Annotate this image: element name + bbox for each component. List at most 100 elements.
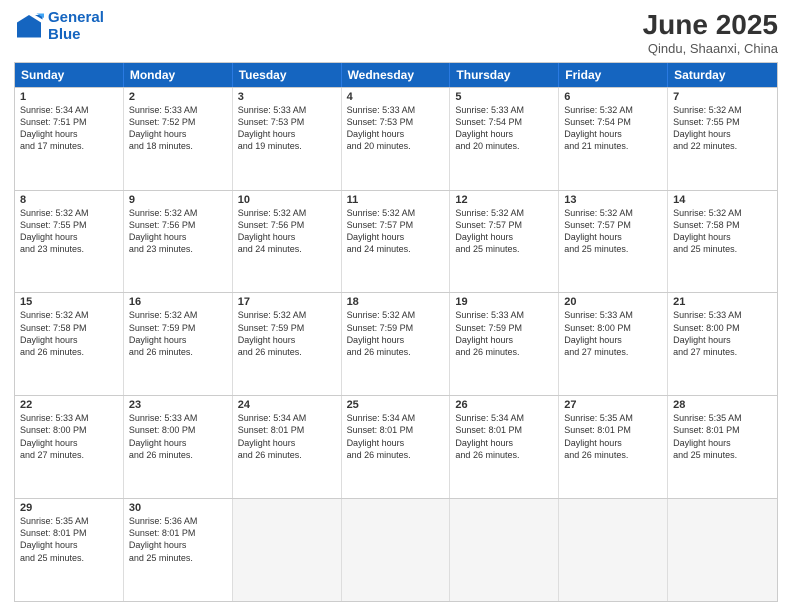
logo-text: General Blue xyxy=(48,10,104,43)
day-number: 13 xyxy=(564,194,662,206)
day-info: Sunrise: 5:33 AMSunset: 7:52 PMDaylight … xyxy=(129,104,227,153)
header: General Blue June 2025 Qindu, Shaanxi, C… xyxy=(14,10,778,56)
day-info: Sunrise: 5:34 AMSunset: 8:01 PMDaylight … xyxy=(347,412,445,461)
cal-cell: 9Sunrise: 5:32 AMSunset: 7:56 PMDaylight… xyxy=(124,191,233,293)
cal-cell: 17Sunrise: 5:32 AMSunset: 7:59 PMDayligh… xyxy=(233,293,342,395)
day-number: 3 xyxy=(238,91,336,103)
day-number: 4 xyxy=(347,91,445,103)
main-title: June 2025 xyxy=(643,10,778,41)
day-info: Sunrise: 5:33 AMSunset: 8:00 PMDaylight … xyxy=(564,309,662,358)
logo-blue: Blue xyxy=(48,26,81,43)
cal-header-wednesday: Wednesday xyxy=(342,63,451,87)
cal-cell: 5Sunrise: 5:33 AMSunset: 7:54 PMDaylight… xyxy=(450,88,559,190)
day-number: 22 xyxy=(20,399,118,411)
day-info: Sunrise: 5:34 AMSunset: 7:51 PMDaylight … xyxy=(20,104,118,153)
cal-cell: 27Sunrise: 5:35 AMSunset: 8:01 PMDayligh… xyxy=(559,396,668,498)
day-number: 24 xyxy=(238,399,336,411)
cal-header-sunday: Sunday xyxy=(15,63,124,87)
day-info: Sunrise: 5:33 AMSunset: 8:00 PMDaylight … xyxy=(20,412,118,461)
day-info: Sunrise: 5:32 AMSunset: 7:57 PMDaylight … xyxy=(455,207,553,256)
cal-cell: 24Sunrise: 5:34 AMSunset: 8:01 PMDayligh… xyxy=(233,396,342,498)
day-number: 10 xyxy=(238,194,336,206)
cal-cell: 29Sunrise: 5:35 AMSunset: 8:01 PMDayligh… xyxy=(15,499,124,601)
subtitle: Qindu, Shaanxi, China xyxy=(643,41,778,56)
cal-cell: 12Sunrise: 5:32 AMSunset: 7:57 PMDayligh… xyxy=(450,191,559,293)
day-number: 20 xyxy=(564,296,662,308)
calendar-header: SundayMondayTuesdayWednesdayThursdayFrid… xyxy=(15,63,777,87)
day-info: Sunrise: 5:34 AMSunset: 8:01 PMDaylight … xyxy=(455,412,553,461)
cal-header-saturday: Saturday xyxy=(668,63,777,87)
cal-cell: 11Sunrise: 5:32 AMSunset: 7:57 PMDayligh… xyxy=(342,191,451,293)
day-number: 6 xyxy=(564,91,662,103)
day-number: 15 xyxy=(20,296,118,308)
cal-cell xyxy=(342,499,451,601)
cal-header-monday: Monday xyxy=(124,63,233,87)
cal-cell xyxy=(450,499,559,601)
logo: General Blue xyxy=(14,10,104,43)
day-number: 5 xyxy=(455,91,553,103)
cal-cell: 8Sunrise: 5:32 AMSunset: 7:55 PMDaylight… xyxy=(15,191,124,293)
cal-cell: 13Sunrise: 5:32 AMSunset: 7:57 PMDayligh… xyxy=(559,191,668,293)
day-number: 14 xyxy=(673,194,772,206)
cal-cell: 19Sunrise: 5:33 AMSunset: 7:59 PMDayligh… xyxy=(450,293,559,395)
calendar-body: 1Sunrise: 5:34 AMSunset: 7:51 PMDaylight… xyxy=(15,87,777,601)
day-number: 28 xyxy=(673,399,772,411)
calendar: SundayMondayTuesdayWednesdayThursdayFrid… xyxy=(14,62,778,602)
day-info: Sunrise: 5:35 AMSunset: 8:01 PMDaylight … xyxy=(673,412,772,461)
cal-cell: 26Sunrise: 5:34 AMSunset: 8:01 PMDayligh… xyxy=(450,396,559,498)
cal-week-1: 1Sunrise: 5:34 AMSunset: 7:51 PMDaylight… xyxy=(15,87,777,190)
day-number: 19 xyxy=(455,296,553,308)
cal-cell xyxy=(668,499,777,601)
day-info: Sunrise: 5:32 AMSunset: 7:54 PMDaylight … xyxy=(564,104,662,153)
cal-week-4: 22Sunrise: 5:33 AMSunset: 8:00 PMDayligh… xyxy=(15,395,777,498)
cal-cell: 2Sunrise: 5:33 AMSunset: 7:52 PMDaylight… xyxy=(124,88,233,190)
cal-cell: 20Sunrise: 5:33 AMSunset: 8:00 PMDayligh… xyxy=(559,293,668,395)
cal-cell: 23Sunrise: 5:33 AMSunset: 8:00 PMDayligh… xyxy=(124,396,233,498)
cal-cell xyxy=(233,499,342,601)
day-number: 29 xyxy=(20,502,118,514)
day-number: 23 xyxy=(129,399,227,411)
day-info: Sunrise: 5:32 AMSunset: 7:56 PMDaylight … xyxy=(129,207,227,256)
cal-cell: 7Sunrise: 5:32 AMSunset: 7:55 PMDaylight… xyxy=(668,88,777,190)
day-info: Sunrise: 5:33 AMSunset: 7:59 PMDaylight … xyxy=(455,309,553,358)
day-info: Sunrise: 5:32 AMSunset: 7:59 PMDaylight … xyxy=(347,309,445,358)
day-info: Sunrise: 5:35 AMSunset: 8:01 PMDaylight … xyxy=(20,515,118,564)
cal-week-2: 8Sunrise: 5:32 AMSunset: 7:55 PMDaylight… xyxy=(15,190,777,293)
cal-cell: 18Sunrise: 5:32 AMSunset: 7:59 PMDayligh… xyxy=(342,293,451,395)
cal-cell: 1Sunrise: 5:34 AMSunset: 7:51 PMDaylight… xyxy=(15,88,124,190)
day-info: Sunrise: 5:32 AMSunset: 7:58 PMDaylight … xyxy=(673,207,772,256)
cal-cell: 16Sunrise: 5:32 AMSunset: 7:59 PMDayligh… xyxy=(124,293,233,395)
cal-cell: 30Sunrise: 5:36 AMSunset: 8:01 PMDayligh… xyxy=(124,499,233,601)
day-number: 11 xyxy=(347,194,445,206)
page: General Blue June 2025 Qindu, Shaanxi, C… xyxy=(0,0,792,612)
day-info: Sunrise: 5:32 AMSunset: 7:59 PMDaylight … xyxy=(129,309,227,358)
cal-cell xyxy=(559,499,668,601)
day-number: 26 xyxy=(455,399,553,411)
cal-cell: 28Sunrise: 5:35 AMSunset: 8:01 PMDayligh… xyxy=(668,396,777,498)
cal-header-friday: Friday xyxy=(559,63,668,87)
day-info: Sunrise: 5:33 AMSunset: 7:53 PMDaylight … xyxy=(347,104,445,153)
cal-cell: 25Sunrise: 5:34 AMSunset: 8:01 PMDayligh… xyxy=(342,396,451,498)
day-info: Sunrise: 5:33 AMSunset: 7:53 PMDaylight … xyxy=(238,104,336,153)
day-info: Sunrise: 5:35 AMSunset: 8:01 PMDaylight … xyxy=(564,412,662,461)
cal-cell: 22Sunrise: 5:33 AMSunset: 8:00 PMDayligh… xyxy=(15,396,124,498)
day-number: 27 xyxy=(564,399,662,411)
day-number: 2 xyxy=(129,91,227,103)
day-info: Sunrise: 5:32 AMSunset: 7:55 PMDaylight … xyxy=(20,207,118,256)
cal-cell: 14Sunrise: 5:32 AMSunset: 7:58 PMDayligh… xyxy=(668,191,777,293)
title-block: June 2025 Qindu, Shaanxi, China xyxy=(643,10,778,56)
day-number: 7 xyxy=(673,91,772,103)
day-number: 9 xyxy=(129,194,227,206)
cal-header-thursday: Thursday xyxy=(450,63,559,87)
cal-cell: 6Sunrise: 5:32 AMSunset: 7:54 PMDaylight… xyxy=(559,88,668,190)
day-number: 25 xyxy=(347,399,445,411)
cal-cell: 3Sunrise: 5:33 AMSunset: 7:53 PMDaylight… xyxy=(233,88,342,190)
day-number: 18 xyxy=(347,296,445,308)
cal-header-tuesday: Tuesday xyxy=(233,63,342,87)
day-info: Sunrise: 5:32 AMSunset: 7:56 PMDaylight … xyxy=(238,207,336,256)
day-info: Sunrise: 5:33 AMSunset: 8:00 PMDaylight … xyxy=(673,309,772,358)
logo-icon xyxy=(14,12,44,42)
cal-cell: 10Sunrise: 5:32 AMSunset: 7:56 PMDayligh… xyxy=(233,191,342,293)
cal-cell: 15Sunrise: 5:32 AMSunset: 7:58 PMDayligh… xyxy=(15,293,124,395)
day-info: Sunrise: 5:33 AMSunset: 7:54 PMDaylight … xyxy=(455,104,553,153)
